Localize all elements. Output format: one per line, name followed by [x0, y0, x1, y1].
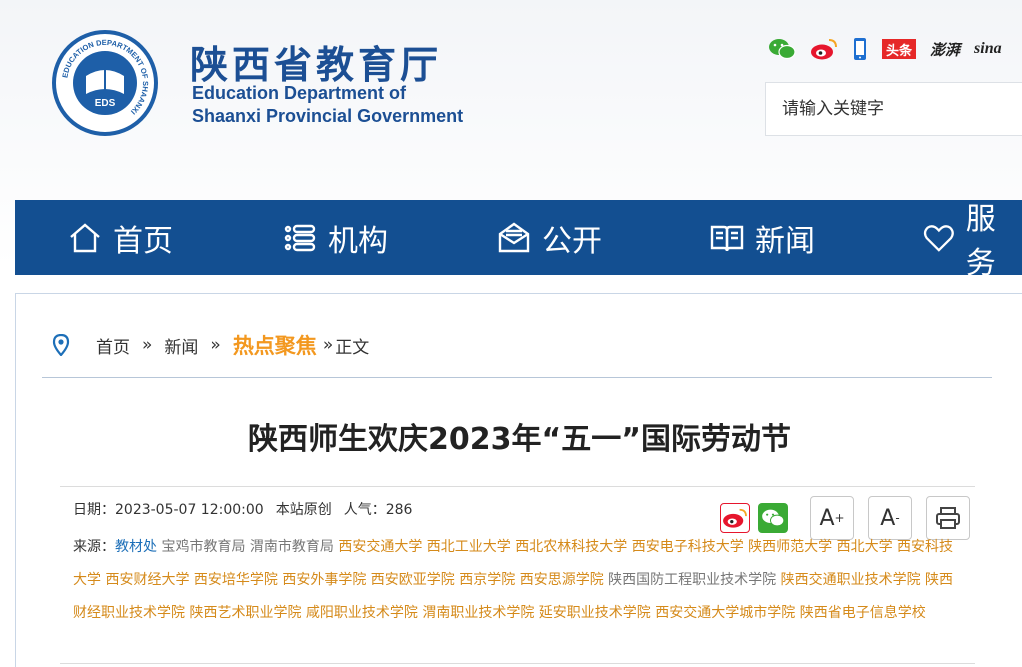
location-pin-icon — [52, 334, 70, 356]
svg-text:EDS: EDS — [95, 98, 116, 109]
nav-item-public[interactable]: 公开 — [496, 200, 602, 275]
list-icon — [284, 224, 316, 251]
site-logo[interactable]: EDS EDUCATION DEPARTMENT OF SHAANXI — [52, 30, 158, 136]
breadcrumb-hot[interactable]: 热点聚焦 — [233, 330, 317, 360]
nav-item-label: 机构 — [328, 223, 388, 259]
logo-emblem-icon: EDS EDUCATION DEPARTMENT OF SHAANXI — [60, 38, 150, 116]
article-sources: 来源：教材处 宝鸡市教育局 渭南市教育局 西安交通大学 西北工业大学 西北农林科… — [73, 531, 961, 630]
weibo-icon[interactable] — [810, 37, 838, 61]
mail-icon — [498, 222, 530, 252]
source-main[interactable]: 教材处 — [115, 539, 157, 555]
breadcrumb-divider — [42, 377, 992, 378]
font-increase-label: A — [819, 505, 835, 531]
nav-item-label: 新闻 — [755, 223, 815, 259]
book-icon — [710, 225, 744, 251]
meta-line: 日期：2023-05-07 12:00:00 本站原创 人气：286 — [73, 499, 412, 519]
source-label: 来源： — [73, 539, 115, 555]
heart-icon — [923, 224, 954, 252]
breadcrumb: 首页 » 新闻 » 热点聚焦 » 正文 — [52, 330, 369, 360]
nav-item-org[interactable]: 机构 — [282, 200, 388, 275]
article-title: 陕西师生欢庆2023年“五一”国际劳动节 — [248, 422, 791, 457]
mobile-icon[interactable] — [852, 37, 868, 61]
breadcrumb-separator: » — [142, 335, 153, 355]
breadcrumb-home[interactable]: 首页 — [96, 333, 130, 358]
font-decrease-label: A — [880, 505, 896, 531]
search-box — [765, 82, 1022, 136]
source-city[interactable]: 宝鸡市教育局 渭南市教育局 — [161, 539, 333, 555]
toutiao-icon[interactable]: 头条 — [882, 39, 917, 59]
article-meta: 日期：2023-05-07 12:00:00 本站原创 人气：286 A + A-… — [60, 486, 975, 664]
breadcrumb-separator: » — [322, 335, 334, 355]
nav-item-label: 公开 — [542, 223, 602, 259]
pengpai-icon[interactable]: 澎湃 — [930, 37, 960, 61]
breadcrumb-news[interactable]: 新闻 — [164, 333, 198, 358]
site-name-en-line2: Shaanxi Provincial Government — [192, 106, 464, 126]
social-links: 头条 澎湃 sina — [768, 36, 1002, 62]
home-icon — [70, 222, 100, 252]
source-college-gray[interactable]: 陕西国防工程职业技术学院 — [608, 572, 776, 588]
breadcrumb-separator: » — [210, 335, 221, 355]
wechat-icon[interactable] — [768, 37, 796, 61]
search-input[interactable] — [766, 83, 1022, 135]
site-name-cn: 陕西省教育厅 — [190, 42, 443, 87]
site-name-en-line1: Education Department of — [192, 83, 407, 103]
article-views: 人气：286 — [343, 502, 413, 518]
article-panel: 首页 » 新闻 » 热点聚焦 » 正文 陕西师生欢庆2023年“五一”国际劳动节… — [15, 293, 1022, 667]
sina-icon[interactable]: sina — [974, 37, 1002, 61]
share-wechat-icon[interactable] — [758, 503, 788, 533]
nav-item-label: 服务 — [965, 201, 996, 281]
nav-item-home[interactable]: 首页 — [67, 200, 173, 275]
site-name-en: Education Department of Shaanxi Provinci… — [192, 82, 463, 128]
site-header: EDS EDUCATION DEPARTMENT OF SHAANXI 陕西省教… — [0, 0, 1022, 200]
article-origin: 本站原创 — [275, 502, 332, 518]
nav-item-label: 首页 — [113, 223, 173, 259]
share-weibo-icon[interactable] — [720, 503, 750, 533]
main-nav: 首页 机构 公开 新闻 服务 — [15, 200, 1022, 281]
nav-item-news[interactable]: 新闻 — [709, 200, 815, 275]
article-date: 日期：2023-05-07 12:00:00 — [73, 502, 264, 518]
breadcrumb-current: 正文 — [335, 337, 370, 358]
printer-icon — [936, 507, 960, 529]
nav-item-service[interactable]: 服务 — [922, 200, 1022, 281]
